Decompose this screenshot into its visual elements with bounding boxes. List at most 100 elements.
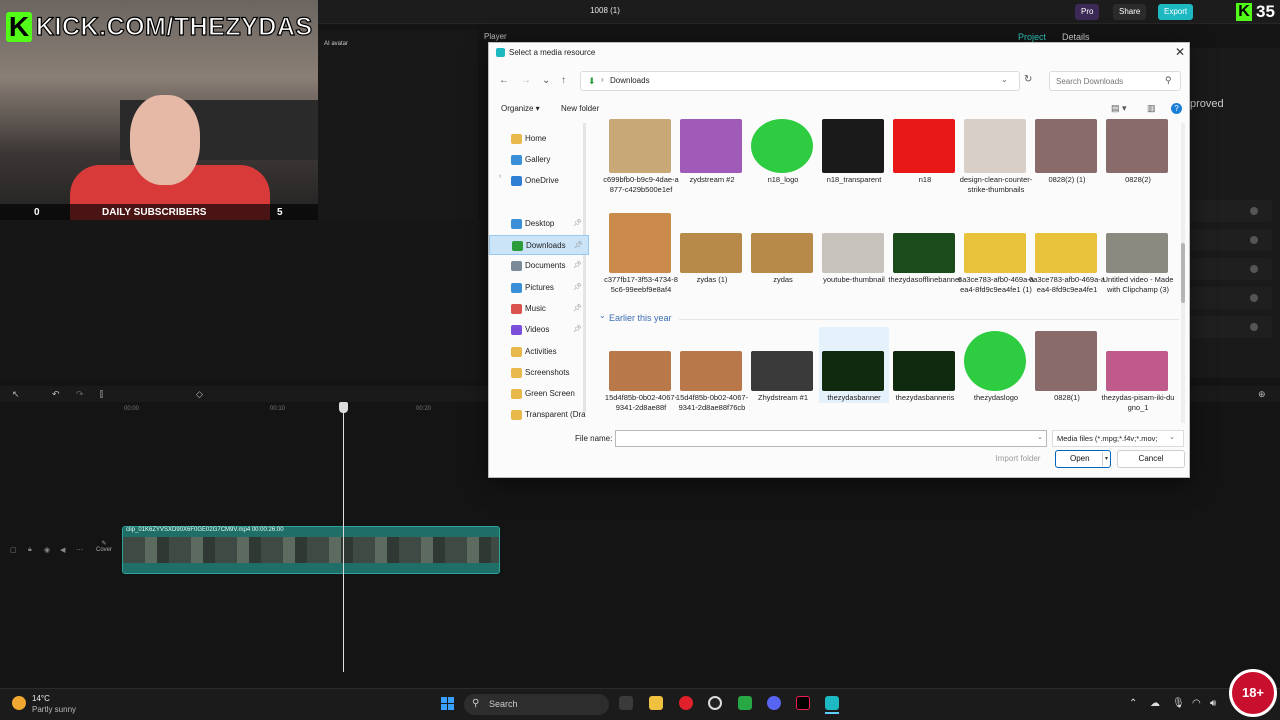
weather-icon[interactable] <box>12 696 26 710</box>
pro-button[interactable]: Pro <box>1075 4 1100 20</box>
taskbar-search-label[interactable]: Search <box>489 699 518 709</box>
toggle-dot[interactable] <box>1250 236 1258 244</box>
volume-icon[interactable]: 🔊︎ <box>1210 698 1216 709</box>
split-icon[interactable]: ⫿ <box>100 389 103 400</box>
app-icon[interactable] <box>738 696 752 710</box>
organize-button[interactable]: Organize ▾ <box>501 104 540 113</box>
file-thumbnail <box>1106 233 1168 273</box>
open-dropdown-icon[interactable]: ▾ <box>1102 452 1110 466</box>
toggle-dot[interactable] <box>1250 207 1258 215</box>
ai-avatar-tab[interactable]: AI avatar <box>324 41 348 47</box>
filename-input[interactable] <box>615 430 1047 447</box>
chevron-down-icon[interactable]: ⌄ <box>1037 433 1043 441</box>
collapse-chevron-icon[interactable]: ⌄ <box>599 311 606 320</box>
task-view-icon[interactable] <box>619 696 633 710</box>
share-button[interactable]: Share <box>1113 4 1147 20</box>
chevron-down-icon[interactable]: ⌄ <box>1001 75 1008 84</box>
scrollbar-thumb[interactable] <box>1181 243 1185 303</box>
playhead[interactable] <box>343 404 344 672</box>
desktop-icon <box>511 219 522 229</box>
sidebar-item-gallery[interactable]: Gallery <box>489 150 589 170</box>
toggle-dot[interactable] <box>1250 323 1258 331</box>
sidebar-item-pictures[interactable]: Pictures 📌︎ <box>489 278 589 298</box>
zoom-icon[interactable]: ⊕ <box>1258 389 1266 400</box>
file-thumbnail <box>822 351 884 391</box>
cancel-button[interactable]: Cancel <box>1117 450 1185 468</box>
pin-icon[interactable]: 📌︎ <box>573 283 582 291</box>
wifi-icon[interactable]: ◠ <box>1192 698 1201 709</box>
up-icon[interactable]: ↑ <box>561 75 566 86</box>
pin-icon[interactable]: 📌︎ <box>573 261 582 269</box>
opera-icon[interactable] <box>679 696 693 710</box>
capcut-icon[interactable] <box>825 696 839 710</box>
sidebar-item-videos[interactable]: Videos 📌︎ <box>489 320 589 340</box>
tab-project[interactable]: Project <box>1018 32 1046 42</box>
kick-logo: K <box>6 12 32 42</box>
microphone-icon[interactable]: 🎙︎ <box>1172 698 1185 709</box>
tray-chevron-icon[interactable]: ⌃ <box>1129 698 1137 709</box>
help-icon[interactable]: ? <box>1171 103 1182 114</box>
windows-start-icon[interactable] <box>441 697 455 711</box>
back-icon[interactable]: ← <box>499 75 509 86</box>
sidebar-item-green-screen[interactable]: Green Screen <box>489 384 589 404</box>
forward-icon[interactable]: → <box>521 75 531 86</box>
network-icon[interactable]: ☁ <box>1150 698 1160 709</box>
sidebar-item-onedrive[interactable]: OneDrive <box>489 171 589 191</box>
preview-pane-icon[interactable]: ▥ <box>1147 103 1156 114</box>
new-folder-button[interactable]: New folder <box>561 104 599 113</box>
track-hide-icon[interactable]: ▢ <box>10 546 17 554</box>
weather-description[interactable]: Partly sunny <box>32 705 76 714</box>
marker-icon[interactable]: ◇ <box>196 389 203 400</box>
tab-details[interactable]: Details <box>1062 32 1090 42</box>
sidebar-item-downloads[interactable]: Downloads 📌︎ <box>489 235 589 255</box>
track-lock-icon[interactable]: 🔒︎ <box>28 546 32 554</box>
pin-icon[interactable]: 📌︎ <box>573 219 582 227</box>
weather-temperature[interactable]: 14°C <box>32 694 50 703</box>
search-input[interactable] <box>1049 71 1181 91</box>
chevron-right-icon[interactable]: › <box>601 75 604 84</box>
filename-label: File name: <box>575 434 613 443</box>
pictures-icon <box>511 283 522 293</box>
redo-icon[interactable]: ↷ <box>76 389 84 400</box>
document-icon <box>511 261 522 271</box>
sidebar-item-documents[interactable]: Documents 📌︎ <box>489 256 589 276</box>
sidebar-item-music[interactable]: Music 📌︎ <box>489 299 589 319</box>
playhead-handle[interactable] <box>339 402 348 413</box>
toggle-dot[interactable] <box>1250 294 1258 302</box>
pin-icon[interactable]: 📌︎ <box>573 304 582 312</box>
export-button[interactable]: Export <box>1158 4 1194 20</box>
undo-icon[interactable]: ↶ <box>52 389 60 400</box>
track-visibility-icon[interactable]: ◉ <box>44 546 50 554</box>
cover-button[interactable]: ✎ Cover <box>94 540 114 560</box>
pin-icon[interactable]: 📌︎ <box>573 325 582 333</box>
pin-icon[interactable]: 📌︎ <box>574 241 583 249</box>
sidebar-item-transparent-dra[interactable]: Transparent (Dra <box>489 405 589 425</box>
sidebar-item-home[interactable]: Home <box>489 129 589 149</box>
sidebar-item-label: Green Screen <box>525 389 575 398</box>
select-tool-icon[interactable]: ↖ <box>12 389 20 400</box>
file-thumbnail <box>751 233 813 273</box>
taskbar-search[interactable] <box>464 694 609 715</box>
group-header[interactable]: Earlier this year <box>609 313 672 323</box>
view-options-icon[interactable]: ▤ ▾ <box>1111 103 1127 114</box>
close-icon[interactable]: ✕ <box>1175 45 1185 59</box>
approved-text: proved <box>1190 98 1224 110</box>
tiktok-icon[interactable] <box>796 696 810 710</box>
sidebar-item-screenshots[interactable]: Screenshots <box>489 363 589 383</box>
ruler-tick: 00:10 <box>270 406 286 412</box>
address-text[interactable]: Downloads <box>610 76 650 85</box>
kick-count: 35 <box>1256 2 1275 21</box>
file-explorer-icon[interactable] <box>649 696 663 710</box>
recent-dropdown-icon[interactable]: ⌄ <box>542 75 550 86</box>
obs-icon[interactable] <box>708 696 722 710</box>
chevron-down-icon[interactable]: ⌄ <box>1169 433 1175 441</box>
sidebar-item-desktop[interactable]: Desktop 📌︎ <box>489 214 589 234</box>
track-more-icon[interactable]: ⋯ <box>76 546 83 554</box>
track-audio-icon[interactable]: ◀ <box>60 546 65 554</box>
filetype-select[interactable]: Media files (*.mpg;*.f4v;*.mov; <box>1052 430 1184 447</box>
sidebar-item-activities[interactable]: Activities <box>489 342 589 362</box>
import-folder-button[interactable]: Import folder <box>989 450 1047 468</box>
refresh-icon[interactable]: ↻ <box>1024 74 1032 85</box>
discord-icon[interactable] <box>767 696 781 710</box>
toggle-dot[interactable] <box>1250 265 1258 273</box>
